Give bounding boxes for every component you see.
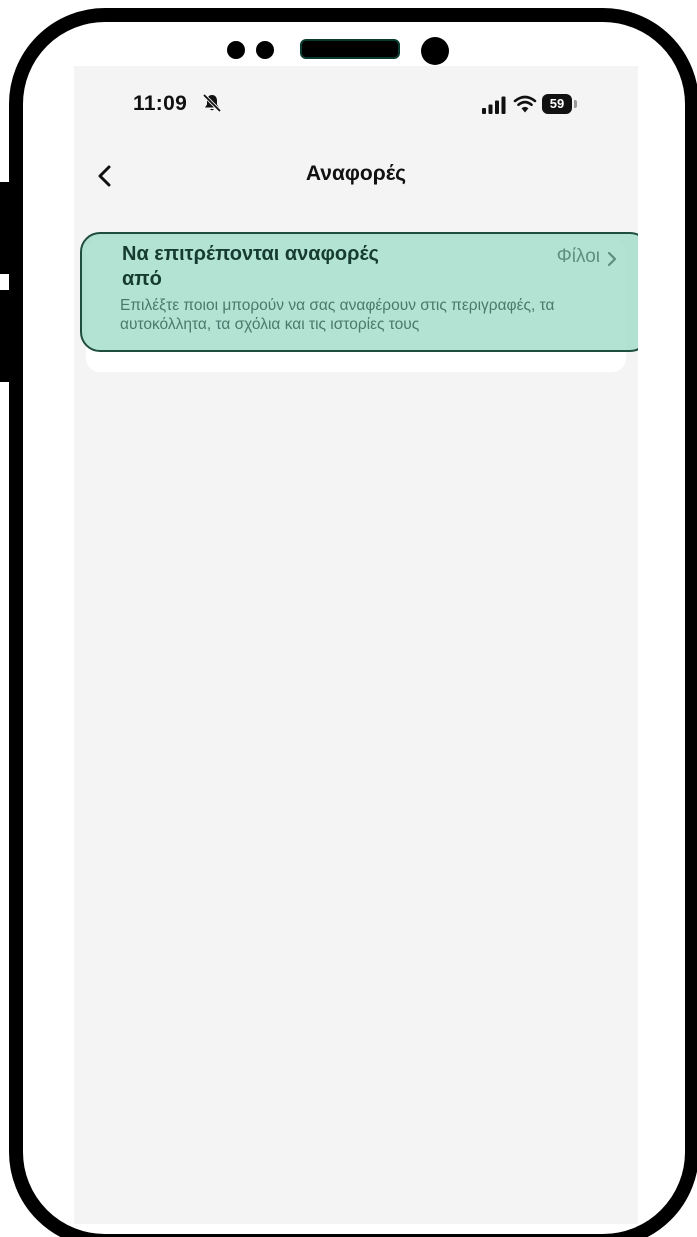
chevron-right-icon	[607, 251, 617, 267]
bell-off-icon	[202, 93, 222, 113]
row-title: Να επιτρέπονται αναφορές από	[122, 243, 379, 290]
status-bar: 11:09 59	[74, 66, 638, 146]
screen: 11:09 59 Αναφορές Να επιτρέπονται αναφορ…	[74, 66, 638, 1224]
row-description: Επιλέξτε ποιοι μπορούν να σας αναφέρουν …	[120, 297, 555, 333]
wifi-icon	[513, 95, 537, 113]
settings-card: Να επιτρέπονται αναφορές από Επιλέξτε πο…	[80, 232, 638, 372]
battery-cap	[574, 100, 577, 108]
battery-icon: 59	[542, 94, 572, 114]
camera-dot	[421, 37, 449, 65]
mentions-setting-row[interactable]: Να επιτρέπονται αναφορές από Επιλέξτε πο…	[80, 232, 638, 352]
nav-bar: Αναφορές	[74, 148, 638, 204]
sensor-dot	[227, 41, 245, 59]
row-value: Φίλοι	[556, 246, 600, 267]
page-title: Αναφορές	[305, 162, 407, 185]
sensor-dot	[256, 41, 274, 59]
speaker-slot	[300, 39, 400, 59]
status-time: 11:09	[133, 92, 188, 115]
page: 11:09 59 Αναφορές Να επιτρέπονται αναφορ…	[0, 0, 697, 1237]
signal-icon	[482, 96, 506, 114]
